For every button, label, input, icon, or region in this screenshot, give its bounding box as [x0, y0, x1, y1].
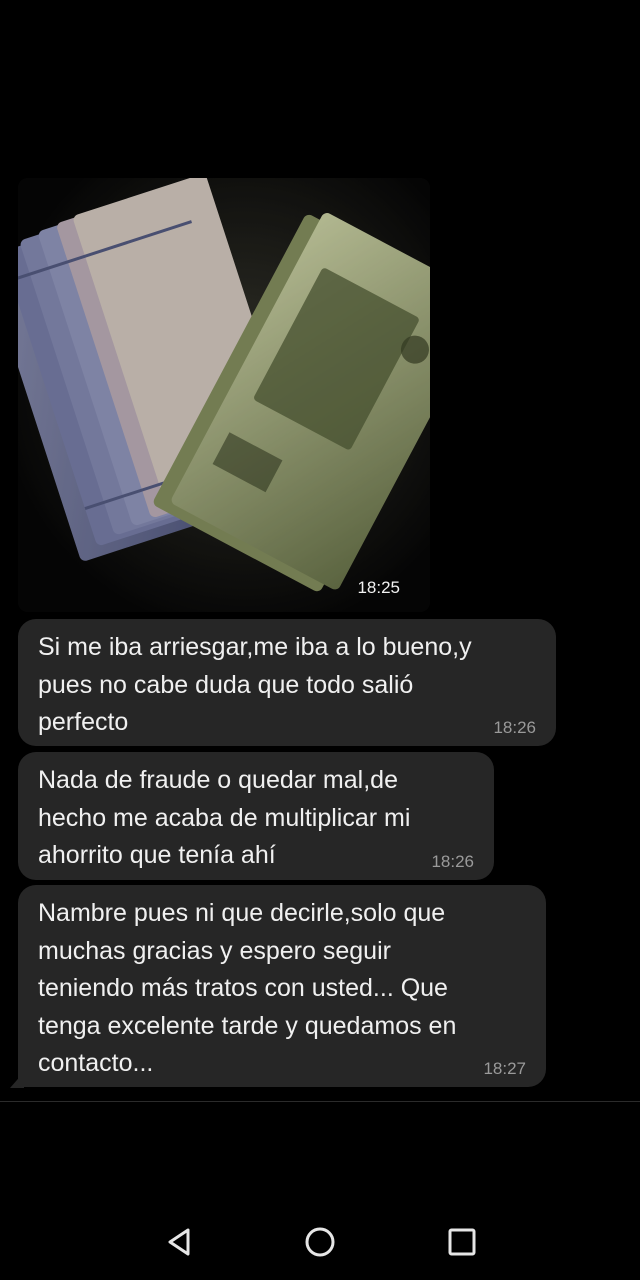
- incoming-message-bubble[interactable]: Si me iba arriesgar,me iba a lo bueno,y …: [18, 619, 556, 746]
- message-text: Si me iba arriesgar,me iba a lo bueno,y …: [38, 633, 472, 736]
- back-button[interactable]: [160, 1222, 200, 1262]
- message-text: Nambre pues ni que decirle,solo que much…: [38, 899, 457, 1077]
- chat-area: 18:25 Si me iba arriesgar,me iba a lo bu…: [0, 0, 640, 1100]
- navigation-bar: [0, 1200, 640, 1280]
- image-message[interactable]: 18:25: [18, 178, 430, 612]
- triangle-back-icon: [168, 1228, 190, 1256]
- square-recent-apps-icon: [448, 1228, 476, 1256]
- divider: [0, 1101, 640, 1102]
- home-button[interactable]: [300, 1222, 340, 1262]
- message-text: Nada de fraude o quedar mal,de hecho me …: [38, 766, 411, 869]
- banknotes-photo: [18, 178, 430, 612]
- incoming-message-bubble[interactable]: Nada de fraude o quedar mal,de hecho me …: [18, 752, 494, 880]
- incoming-message-bubble[interactable]: Nambre pues ni que decirle,solo que much…: [18, 885, 546, 1087]
- message-timestamp: 18:26: [493, 718, 536, 737]
- message-timestamp: 18:25: [357, 578, 400, 597]
- circle-home-icon: [305, 1227, 335, 1257]
- message-timestamp: 18:27: [483, 1059, 526, 1078]
- recent-apps-button[interactable]: [442, 1222, 482, 1262]
- message-timestamp: 18:26: [431, 852, 474, 871]
